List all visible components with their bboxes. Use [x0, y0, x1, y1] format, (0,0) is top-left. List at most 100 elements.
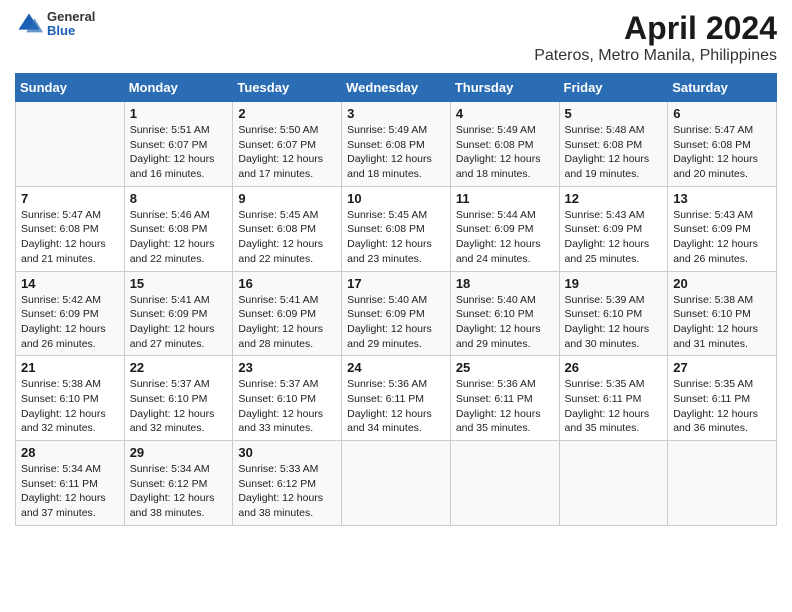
day-info: Sunrise: 5:41 AMSunset: 6:09 PMDaylight:…	[238, 293, 336, 352]
day-info: Sunrise: 5:48 AMSunset: 6:08 PMDaylight:…	[565, 123, 663, 182]
day-number: 29	[130, 445, 228, 460]
calendar-cell	[450, 441, 559, 526]
calendar-cell: 5 Sunrise: 5:48 AMSunset: 6:08 PMDaylight…	[559, 102, 668, 187]
calendar-cell: 1 Sunrise: 5:51 AMSunset: 6:07 PMDaylight…	[124, 102, 233, 187]
day-info: Sunrise: 5:45 AMSunset: 6:08 PMDaylight:…	[347, 208, 445, 267]
weekday-header: Tuesday	[233, 74, 342, 102]
day-info: Sunrise: 5:51 AMSunset: 6:07 PMDaylight:…	[130, 123, 228, 182]
day-info: Sunrise: 5:41 AMSunset: 6:09 PMDaylight:…	[130, 293, 228, 352]
calendar-cell: 15 Sunrise: 5:41 AMSunset: 6:09 PMDayligh…	[124, 271, 233, 356]
day-number: 4	[456, 106, 554, 121]
calendar-body: 1 Sunrise: 5:51 AMSunset: 6:07 PMDaylight…	[16, 102, 777, 526]
calendar-week-row: 1 Sunrise: 5:51 AMSunset: 6:07 PMDaylight…	[16, 102, 777, 187]
day-info: Sunrise: 5:46 AMSunset: 6:08 PMDaylight:…	[130, 208, 228, 267]
calendar-cell: 18 Sunrise: 5:40 AMSunset: 6:10 PMDayligh…	[450, 271, 559, 356]
title-block: April 2024 Pateros, Metro Manila, Philip…	[534, 10, 777, 65]
calendar-cell: 12 Sunrise: 5:43 AMSunset: 6:09 PMDayligh…	[559, 186, 668, 271]
day-info: Sunrise: 5:34 AMSunset: 6:11 PMDaylight:…	[21, 462, 119, 521]
day-info: Sunrise: 5:42 AMSunset: 6:09 PMDaylight:…	[21, 293, 119, 352]
calendar-cell	[342, 441, 451, 526]
day-number: 16	[238, 276, 336, 291]
day-number: 18	[456, 276, 554, 291]
day-number: 25	[456, 360, 554, 375]
day-info: Sunrise: 5:44 AMSunset: 6:09 PMDaylight:…	[456, 208, 554, 267]
calendar-cell: 11 Sunrise: 5:44 AMSunset: 6:09 PMDayligh…	[450, 186, 559, 271]
day-number: 28	[21, 445, 119, 460]
day-info: Sunrise: 5:33 AMSunset: 6:12 PMDaylight:…	[238, 462, 336, 521]
day-info: Sunrise: 5:43 AMSunset: 6:09 PMDaylight:…	[673, 208, 771, 267]
calendar-cell: 6Sunrise: 5:47 AMSunset: 6:08 PMDaylight…	[668, 102, 777, 187]
calendar-cell	[559, 441, 668, 526]
day-info: Sunrise: 5:45 AMSunset: 6:08 PMDaylight:…	[238, 208, 336, 267]
day-info: Sunrise: 5:35 AMSunset: 6:11 PMDaylight:…	[565, 377, 663, 436]
day-number: 17	[347, 276, 445, 291]
calendar-header: SundayMondayTuesdayWednesdayThursdayFrid…	[16, 74, 777, 102]
calendar-cell: 14Sunrise: 5:42 AMSunset: 6:09 PMDayligh…	[16, 271, 125, 356]
day-number: 7	[21, 191, 119, 206]
day-number: 24	[347, 360, 445, 375]
day-number: 30	[238, 445, 336, 460]
calendar-cell: 17Sunrise: 5:40 AMSunset: 6:09 PMDayligh…	[342, 271, 451, 356]
day-number: 26	[565, 360, 663, 375]
calendar-cell: 27 Sunrise: 5:35 AMSunset: 6:11 PMDayligh…	[668, 356, 777, 441]
calendar-cell: 9 Sunrise: 5:45 AMSunset: 6:08 PMDaylight…	[233, 186, 342, 271]
weekday-header: Wednesday	[342, 74, 451, 102]
calendar-cell: 16 Sunrise: 5:41 AMSunset: 6:09 PMDayligh…	[233, 271, 342, 356]
calendar-week-row: 7 Sunrise: 5:47 AMSunset: 6:08 PMDaylight…	[16, 186, 777, 271]
day-number: 20	[673, 276, 771, 291]
day-info: Sunrise: 5:39 AMSunset: 6:10 PMDaylight:…	[565, 293, 663, 352]
day-info: Sunrise: 5:35 AMSunset: 6:11 PMDaylight:…	[673, 377, 771, 436]
calendar-week-row: 28 Sunrise: 5:34 AMSunset: 6:11 PMDayligh…	[16, 441, 777, 526]
day-number: 11	[456, 191, 554, 206]
weekday-header: Thursday	[450, 74, 559, 102]
calendar-week-row: 21Sunrise: 5:38 AMSunset: 6:10 PMDayligh…	[16, 356, 777, 441]
page-header: General Blue April 2024 Pateros, Metro M…	[15, 10, 777, 65]
day-number: 2	[238, 106, 336, 121]
day-number: 10	[347, 191, 445, 206]
day-info: Sunrise: 5:49 AMSunset: 6:08 PMDaylight:…	[456, 123, 554, 182]
calendar-subtitle: Pateros, Metro Manila, Philippines	[534, 47, 777, 65]
calendar-table: SundayMondayTuesdayWednesdayThursdayFrid…	[15, 73, 777, 526]
day-info: Sunrise: 5:47 AMSunset: 6:08 PMDaylight:…	[21, 208, 119, 267]
day-number: 27	[673, 360, 771, 375]
weekday-header: Friday	[559, 74, 668, 102]
day-number: 5	[565, 106, 663, 121]
calendar-cell: 26 Sunrise: 5:35 AMSunset: 6:11 PMDayligh…	[559, 356, 668, 441]
day-number: 12	[565, 191, 663, 206]
calendar-cell: 23Sunrise: 5:37 AMSunset: 6:10 PMDayligh…	[233, 356, 342, 441]
day-number: 8	[130, 191, 228, 206]
calendar-cell: 24 Sunrise: 5:36 AMSunset: 6:11 PMDayligh…	[342, 356, 451, 441]
logo-icon	[15, 10, 43, 38]
logo: General Blue	[15, 10, 95, 39]
day-info: Sunrise: 5:43 AMSunset: 6:09 PMDaylight:…	[565, 208, 663, 267]
calendar-cell: 3 Sunrise: 5:49 AMSunset: 6:08 PMDaylight…	[342, 102, 451, 187]
day-number: 3	[347, 106, 445, 121]
day-info: Sunrise: 5:36 AMSunset: 6:11 PMDaylight:…	[456, 377, 554, 436]
calendar-cell: 13Sunrise: 5:43 AMSunset: 6:09 PMDayligh…	[668, 186, 777, 271]
logo-general: General	[47, 10, 95, 24]
logo-blue: Blue	[47, 24, 95, 38]
day-number: 19	[565, 276, 663, 291]
day-number: 9	[238, 191, 336, 206]
calendar-week-row: 14Sunrise: 5:42 AMSunset: 6:09 PMDayligh…	[16, 271, 777, 356]
day-info: Sunrise: 5:40 AMSunset: 6:10 PMDaylight:…	[456, 293, 554, 352]
weekday-row: SundayMondayTuesdayWednesdayThursdayFrid…	[16, 74, 777, 102]
calendar-cell: 8 Sunrise: 5:46 AMSunset: 6:08 PMDaylight…	[124, 186, 233, 271]
calendar-cell: 7 Sunrise: 5:47 AMSunset: 6:08 PMDaylight…	[16, 186, 125, 271]
weekday-header: Saturday	[668, 74, 777, 102]
day-info: Sunrise: 5:37 AMSunset: 6:10 PMDaylight:…	[130, 377, 228, 436]
logo-text: General Blue	[47, 10, 95, 39]
calendar-cell: 29 Sunrise: 5:34 AMSunset: 6:12 PMDayligh…	[124, 441, 233, 526]
calendar-cell: 4 Sunrise: 5:49 AMSunset: 6:08 PMDaylight…	[450, 102, 559, 187]
day-info: Sunrise: 5:36 AMSunset: 6:11 PMDaylight:…	[347, 377, 445, 436]
calendar-cell: 22Sunrise: 5:37 AMSunset: 6:10 PMDayligh…	[124, 356, 233, 441]
calendar-cell	[16, 102, 125, 187]
calendar-cell: 20Sunrise: 5:38 AMSunset: 6:10 PMDayligh…	[668, 271, 777, 356]
day-number: 15	[130, 276, 228, 291]
day-info: Sunrise: 5:49 AMSunset: 6:08 PMDaylight:…	[347, 123, 445, 182]
day-info: Sunrise: 5:34 AMSunset: 6:12 PMDaylight:…	[130, 462, 228, 521]
calendar-cell: 21Sunrise: 5:38 AMSunset: 6:10 PMDayligh…	[16, 356, 125, 441]
day-number: 1	[130, 106, 228, 121]
day-info: Sunrise: 5:47 AMSunset: 6:08 PMDaylight:…	[673, 123, 771, 182]
calendar-cell: 2Sunrise: 5:50 AMSunset: 6:07 PMDaylight…	[233, 102, 342, 187]
